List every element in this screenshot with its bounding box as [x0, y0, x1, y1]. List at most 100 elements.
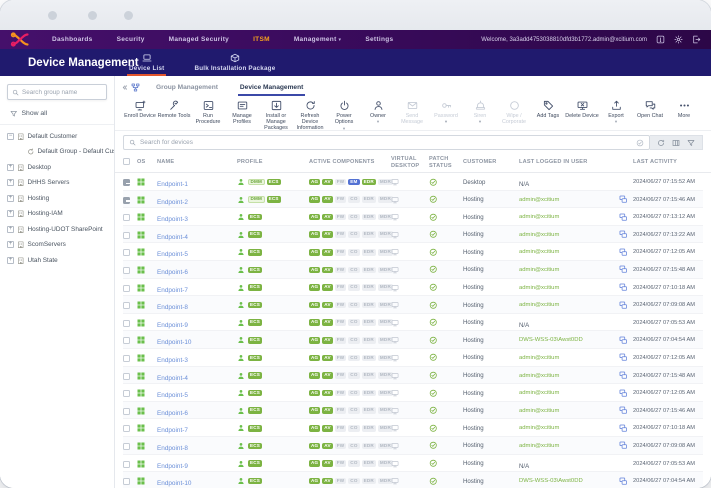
chevron-left-icon[interactable] [121, 84, 128, 91]
table-row[interactable]: Endpoint-10 ECS AG AV FW CO EDR MDR Hosting D… [123, 472, 703, 488]
row-checkbox[interactable] [123, 179, 130, 186]
password-button[interactable]: Password ▾ [429, 100, 463, 124]
device-name-link[interactable]: Endpoint-10 [157, 339, 191, 346]
enroll-device-button[interactable]: Enroll Device ▾ [123, 100, 157, 119]
sidebar-item-hosting[interactable]: + Hosting [0, 191, 114, 207]
row-checkbox[interactable] [123, 390, 130, 398]
table-row[interactable]: Endpoint-1 DMM ECS AG AV FW EM EDR MDR Desktop… [123, 173, 703, 191]
logged-in-user-link[interactable]: admin@xcitium [519, 267, 619, 273]
table-row[interactable]: Endpoint-7 ECS AG AV FW CO EDR MDR Hosting ad… [123, 419, 703, 437]
remote-session-icon[interactable] [619, 389, 628, 398]
device-name-link[interactable]: Endpoint-3 [157, 357, 188, 364]
logged-in-user-link[interactable]: admin@xcitium [519, 443, 619, 449]
row-checkbox[interactable] [123, 372, 130, 380]
remote-session-icon[interactable] [619, 441, 628, 450]
nav-item-management[interactable]: Management ▾ [294, 36, 342, 43]
install-or-manage-packages-button[interactable]: Install or Manage Packages ▾ [259, 100, 293, 132]
remote-session-icon[interactable] [619, 406, 628, 415]
window-control-icon[interactable] [48, 11, 57, 20]
device-name-link[interactable]: Endpoint-9 [157, 463, 188, 470]
table-row[interactable]: Endpoint-4 ECS AG AV FW CO EDR MDR Hosting ad… [123, 366, 703, 385]
device-name-link[interactable]: Endpoint-7 [157, 427, 188, 434]
tree-expander[interactable]: + [7, 194, 14, 202]
sidebar-item-default-customer[interactable]: − Default Customer [0, 129, 114, 145]
sidebar-item-default-group-default-cus[interactable]: Default Group - Default Cus... [0, 144, 114, 160]
tree-expander[interactable]: − [7, 132, 14, 140]
row-checkbox[interactable] [123, 284, 130, 292]
remote-session-icon[interactable] [619, 301, 628, 310]
column-header-patch-status[interactable]: PATCH STATUS [429, 156, 463, 170]
device-name-link[interactable]: Endpoint-10 [157, 480, 191, 487]
column-header-customer[interactable]: CUSTOMER [463, 159, 519, 166]
page-tab-bulk-installation-package[interactable]: Bulk Installation Package [192, 49, 277, 76]
remote-session-icon[interactable] [619, 477, 628, 486]
sidebar-item-dhhs-servers[interactable]: + DHHS Servers [0, 175, 114, 191]
table-row[interactable]: Endpoint-8 ECS AG AV FW CO EDR MDR Hosting ad… [123, 296, 703, 314]
column-header-name[interactable]: NAME [157, 159, 237, 166]
columns-icon[interactable] [672, 139, 680, 147]
device-name-link[interactable]: Endpoint-1 [157, 181, 188, 188]
table-row[interactable]: Endpoint-3 ECS AG AV FW CO EDR MDR Hosting ad… [123, 208, 703, 226]
device-name-link[interactable]: Endpoint-4 [157, 375, 188, 382]
remote-tools-button[interactable]: Remote Tools ▾ [157, 100, 191, 119]
remote-session-icon[interactable] [619, 336, 628, 345]
table-row[interactable]: Endpoint-6 ECS AG AV FW CO EDR MDR Hosting ad… [123, 260, 703, 279]
remote-session-icon[interactable] [619, 230, 628, 239]
remote-session-icon[interactable] [619, 265, 628, 274]
show-all-button[interactable]: Show all [0, 106, 114, 125]
table-row[interactable]: Endpoint-8 ECS AG AV FW CO EDR MDR Hosting ad… [123, 436, 703, 455]
sitemap-icon[interactable] [131, 83, 140, 92]
device-name-link[interactable]: Endpoint-5 [157, 251, 188, 258]
device-name-link[interactable]: Endpoint-5 [157, 392, 188, 399]
column-header-last-activity[interactable]: LAST ACTIVITY [633, 159, 703, 166]
tree-expander[interactable]: + [7, 241, 14, 249]
remote-session-icon[interactable] [619, 248, 628, 257]
row-checkbox[interactable] [123, 460, 130, 468]
device-name-link[interactable]: Endpoint-7 [157, 287, 188, 294]
row-checkbox[interactable] [123, 425, 130, 433]
sidebar-item-desktop[interactable]: + Desktop [0, 160, 114, 176]
device-name-link[interactable]: Endpoint-8 [157, 304, 188, 311]
logged-in-user-link[interactable]: DWS-WSS-03\Awst0DD [519, 337, 619, 343]
tree-expander[interactable]: + [7, 179, 14, 187]
row-checkbox[interactable] [123, 354, 130, 362]
logged-in-user-link[interactable]: admin@xcitium [519, 408, 619, 414]
row-checkbox[interactable] [123, 302, 130, 310]
logged-in-user-link[interactable]: admin@xcitium [519, 373, 619, 379]
sidebar-item-hosting-iam[interactable]: + Hosting-IAM [0, 206, 114, 222]
logged-in-user-link[interactable]: admin@xcitium [519, 425, 619, 431]
siren-button[interactable]: Siren ▾ [463, 100, 497, 124]
remote-session-icon[interactable] [619, 371, 628, 380]
table-row[interactable]: Endpoint-7 ECS AG AV FW CO EDR MDR Hosting ad… [123, 279, 703, 297]
device-name-link[interactable]: Endpoint-9 [157, 322, 188, 329]
nav-item-itsm[interactable]: ITSM▾ [253, 36, 270, 43]
column-header-os[interactable]: OS [137, 159, 157, 166]
send-message-button[interactable]: Send Message ▾ [395, 100, 429, 125]
table-row[interactable]: Endpoint-6 ECS AG AV FW CO EDR MDR Hosting ad… [123, 401, 703, 420]
add-tags-button[interactable]: Add Tags ▾ [531, 100, 565, 119]
logged-in-user-link[interactable]: admin@xcitium [519, 232, 619, 238]
refresh-device-information-button[interactable]: Refresh Device Information ▾ [293, 100, 327, 132]
nav-item-security[interactable]: Security▾ [117, 36, 145, 43]
device-name-link[interactable]: Endpoint-2 [157, 199, 188, 206]
group-search-input[interactable] [22, 88, 102, 96]
tree-expander[interactable]: + [7, 225, 14, 233]
nav-item-dashboards[interactable]: Dashboards▾ [52, 36, 93, 43]
filter-icon[interactable] [687, 139, 695, 147]
sidebar-item-utah-state[interactable]: + Utah State [0, 253, 114, 269]
tree-expander[interactable]: + [7, 163, 14, 171]
device-name-link[interactable]: Endpoint-6 [157, 269, 188, 276]
device-name-link[interactable]: Endpoint-6 [157, 410, 188, 417]
remote-session-icon[interactable] [619, 424, 628, 433]
nav-item-settings[interactable]: Settings▾ [365, 36, 393, 43]
device-name-link[interactable]: Endpoint-4 [157, 234, 188, 241]
row-checkbox[interactable] [123, 214, 130, 222]
tab-device-management[interactable]: Device Management [237, 80, 306, 96]
power-options-button[interactable]: Power Options ▾ [327, 100, 361, 131]
row-checkbox[interactable] [123, 478, 130, 486]
logged-in-user-link[interactable]: admin@xcitium [519, 249, 619, 255]
table-row[interactable]: Endpoint-2 DMM ECS AG AV FW CO EDR MDR Hosting… [123, 190, 703, 209]
more-button[interactable]: More ▾ [667, 100, 701, 119]
manage-profiles-button[interactable]: Manage Profiles ▾ [225, 100, 259, 125]
remote-session-icon[interactable] [619, 353, 628, 362]
